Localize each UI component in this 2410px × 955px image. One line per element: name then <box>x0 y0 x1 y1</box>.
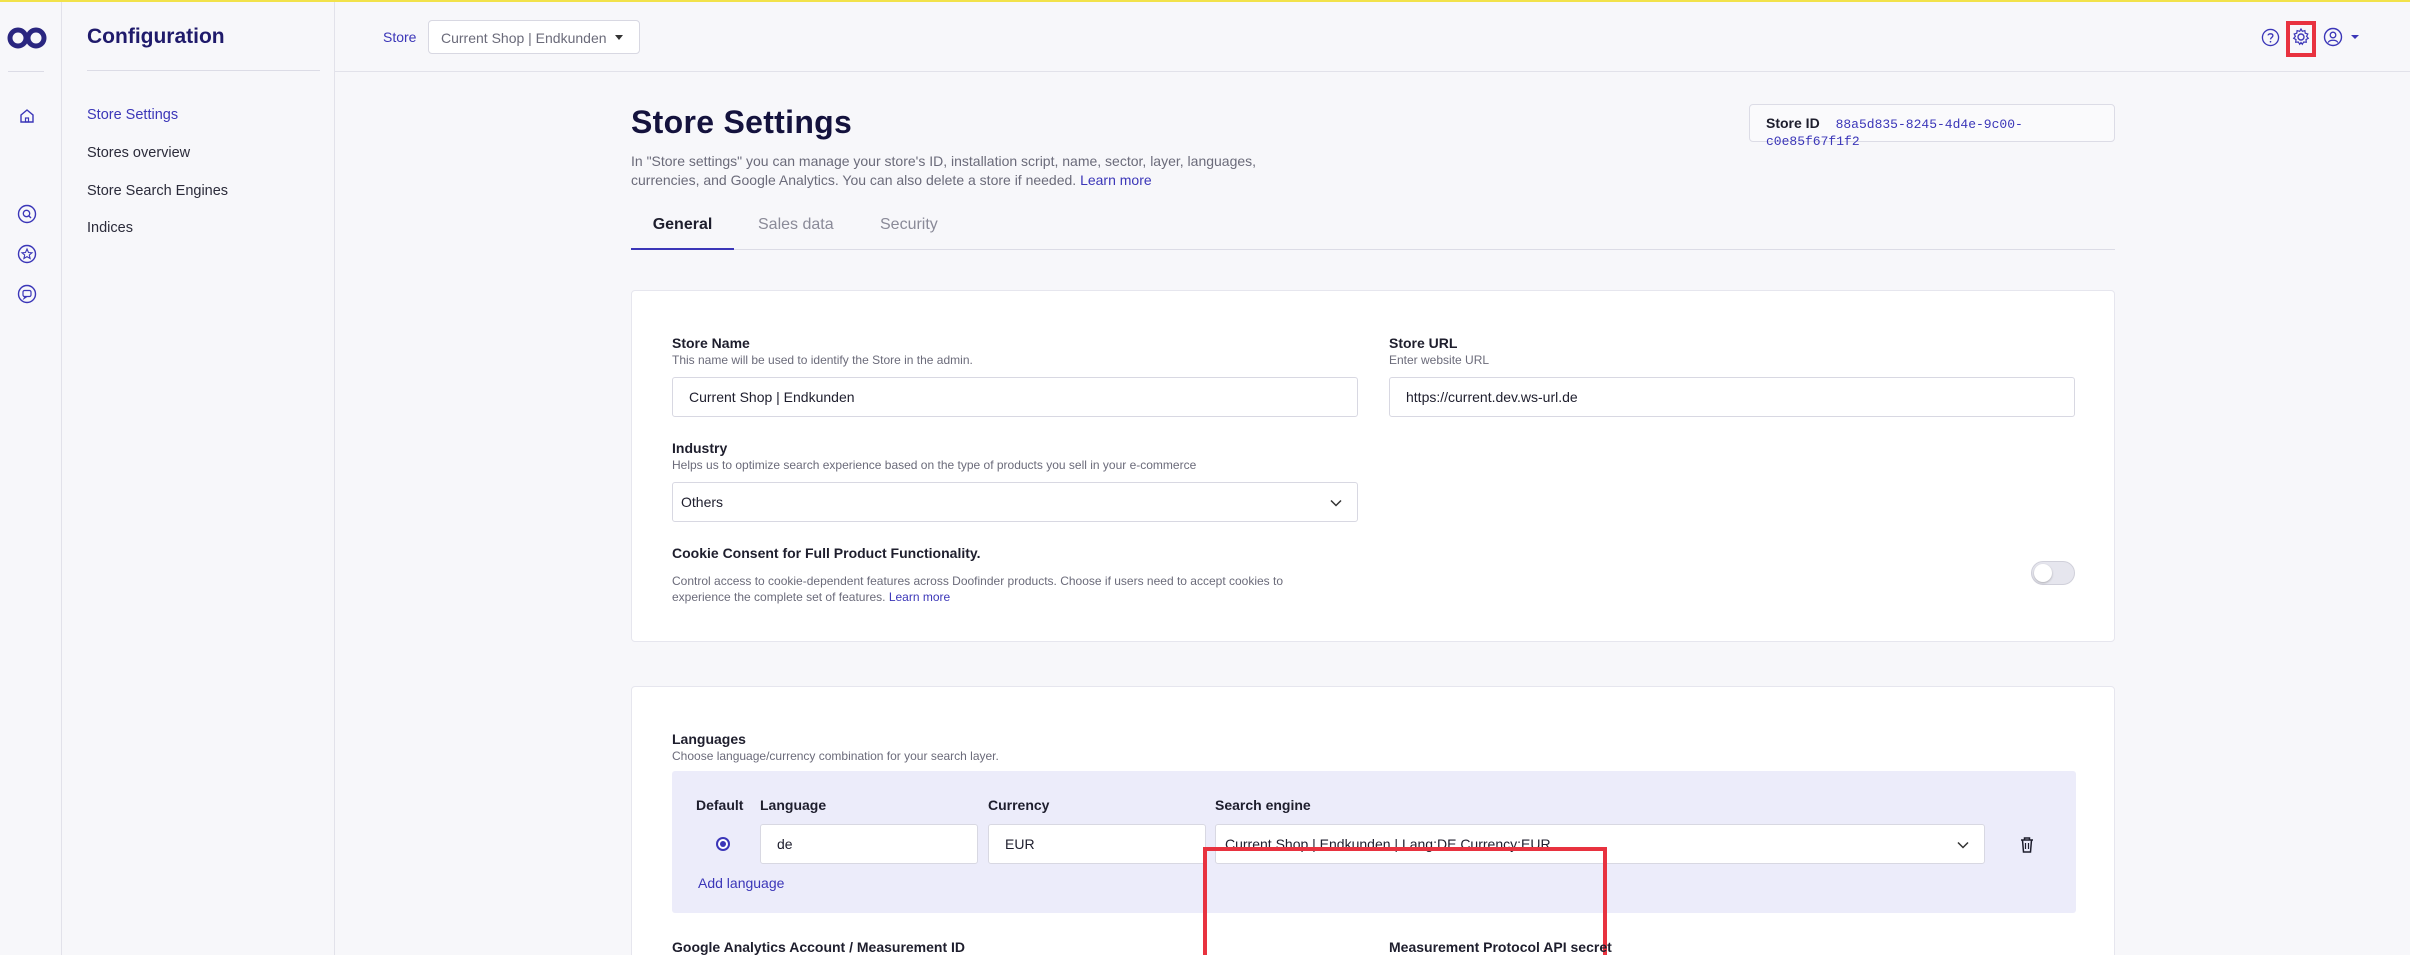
top-header: Store Current Shop | Endkunden <box>335 2 2410 72</box>
general-card: Store Name This name will be used to ide… <box>631 290 2115 642</box>
default-language-radio[interactable] <box>716 837 730 851</box>
col-search-engine-header: Search engine <box>1215 797 1311 813</box>
configuration-sidebar: Configuration Store Settings Stores over… <box>62 2 335 955</box>
doofinder-logo-icon[interactable] <box>7 26 47 50</box>
store-name-label: Store Name <box>672 335 750 351</box>
sidebar-title: Configuration <box>87 25 225 48</box>
language-input[interactable]: de <box>760 824 978 864</box>
cookie-consent-hint-line1: Control access to cookie-dependent featu… <box>672 574 1284 588</box>
app-rail <box>0 2 62 955</box>
languages-card: Languages Choose language/currency combi… <box>631 686 2115 955</box>
page-description: In "Store settings" you can manage your … <box>631 152 1271 190</box>
caret-down-icon <box>615 35 623 40</box>
star-icon[interactable] <box>16 243 38 265</box>
add-language-link[interactable]: Add language <box>698 875 784 891</box>
store-url-label: Store URL <box>1389 335 1458 351</box>
industry-select[interactable]: Others <box>672 482 1358 522</box>
tab-sales-data[interactable]: Sales data <box>758 212 834 250</box>
ga-measurement-id-label: Google Analytics Account / Measurement I… <box>672 939 966 955</box>
search-icon[interactable] <box>16 203 38 225</box>
cookie-consent-hint: Control access to cookie-dependent featu… <box>672 573 1283 605</box>
col-default-header: Default <box>696 797 744 813</box>
sidebar-divider <box>87 70 320 71</box>
user-menu-caret-icon[interactable] <box>2344 26 2366 48</box>
help-icon[interactable] <box>2259 26 2281 48</box>
sidebar-item-indices[interactable]: Indices <box>87 220 133 236</box>
store-id-box: Store ID 88a5d835-8245-4d4e-9c00-c0e85f6… <box>1749 104 2115 149</box>
cookie-consent-hint-line2: experience the complete set of features. <box>672 590 886 604</box>
home-icon[interactable] <box>16 105 38 127</box>
store-name-input[interactable]: Current Shop | Endkunden <box>672 377 1358 417</box>
cookie-learn-more-link[interactable]: Learn more <box>889 590 950 604</box>
industry-hint: Helps us to optimize search experience b… <box>672 458 1197 472</box>
cookie-consent-label: Cookie Consent for Full Product Function… <box>672 545 981 561</box>
page-title: Store Settings <box>631 104 853 140</box>
currency-input[interactable]: EUR <box>988 824 1206 864</box>
cookie-consent-hint-line2-wrap: experience the complete set of features.… <box>672 589 1283 605</box>
store-label: Store <box>383 29 417 45</box>
industry-select-value: Others <box>681 494 724 510</box>
store-name-hint: This name will be used to identify the S… <box>672 353 973 367</box>
store-selector-value: Current Shop | Endkunden <box>441 30 607 46</box>
chat-icon[interactable] <box>16 283 38 305</box>
store-url-hint: Enter website URL <box>1389 353 1490 367</box>
sidebar-item-store-search-engines[interactable]: Store Search Engines <box>87 183 228 199</box>
measurement-protocol-secret-label: Measurement Protocol API secret <box>1389 939 1612 955</box>
store-selector[interactable]: Current Shop | Endkunden <box>428 20 640 54</box>
trash-icon[interactable] <box>2019 836 2035 854</box>
store-url-input[interactable]: https://current.dev.ws-url.de <box>1389 377 2075 417</box>
settings-tabs: General Sales data Security <box>631 212 2115 250</box>
toggle-knob <box>2034 564 2052 582</box>
col-language-header: Language <box>760 797 827 813</box>
page-description-text: In "Store settings" you can manage your … <box>631 153 1257 188</box>
languages-hint: Choose language/currency combination for… <box>672 749 999 763</box>
learn-more-link[interactable]: Learn more <box>1080 172 1152 188</box>
languages-label: Languages <box>672 731 746 747</box>
store-id-label: Store ID <box>1766 115 1820 131</box>
chevron-down-icon <box>1330 499 1342 507</box>
cookie-consent-toggle[interactable] <box>2031 561 2075 585</box>
tab-general[interactable]: General <box>631 212 734 250</box>
tab-security[interactable]: Security <box>880 212 938 250</box>
chevron-down-icon <box>1957 841 1969 849</box>
highlight-box-gear <box>2286 21 2316 57</box>
col-currency-header: Currency <box>988 797 1050 813</box>
sidebar-item-stores-overview[interactable]: Stores overview <box>87 145 190 161</box>
sidebar-item-store-settings[interactable]: Store Settings <box>87 107 178 123</box>
user-icon[interactable] <box>2322 26 2344 48</box>
rail-divider <box>8 71 44 72</box>
industry-label: Industry <box>672 440 728 456</box>
